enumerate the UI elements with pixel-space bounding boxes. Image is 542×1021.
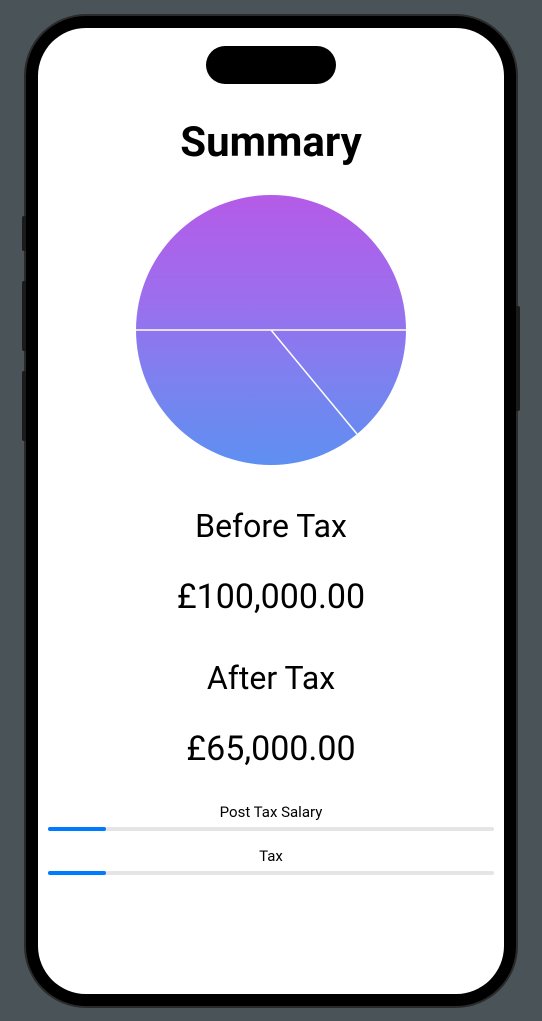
post-tax-slider-label: Post Tax Salary: [48, 803, 494, 821]
tax-slider-fill: [48, 871, 106, 875]
pie-chart-dividers: [136, 195, 406, 465]
pie-chart: [136, 195, 406, 465]
phone-volume-down: [22, 371, 26, 441]
content-container: Summary Before Tax £100,000.00 After Tax…: [38, 28, 504, 994]
before-tax-label: Before Tax: [195, 507, 347, 545]
phone-power-button: [516, 306, 520, 411]
after-tax-amount: £65,000.00: [186, 729, 355, 769]
dynamic-island: [206, 46, 336, 84]
tax-slider[interactable]: [48, 871, 494, 875]
phone-mute-switch: [22, 216, 26, 251]
after-tax-label: After Tax: [207, 659, 335, 697]
post-tax-slider-fill: [48, 827, 106, 831]
tax-slider-label: Tax: [48, 847, 494, 865]
page-title: Summary: [180, 118, 362, 167]
sliders-section: Post Tax Salary Tax: [38, 803, 504, 891]
before-tax-amount: £100,000.00: [177, 577, 365, 617]
post-tax-slider[interactable]: [48, 827, 494, 831]
phone-volume-up: [22, 281, 26, 351]
phone-frame: Summary Before Tax £100,000.00 After Tax…: [26, 16, 516, 1006]
phone-screen: Summary Before Tax £100,000.00 After Tax…: [38, 28, 504, 994]
